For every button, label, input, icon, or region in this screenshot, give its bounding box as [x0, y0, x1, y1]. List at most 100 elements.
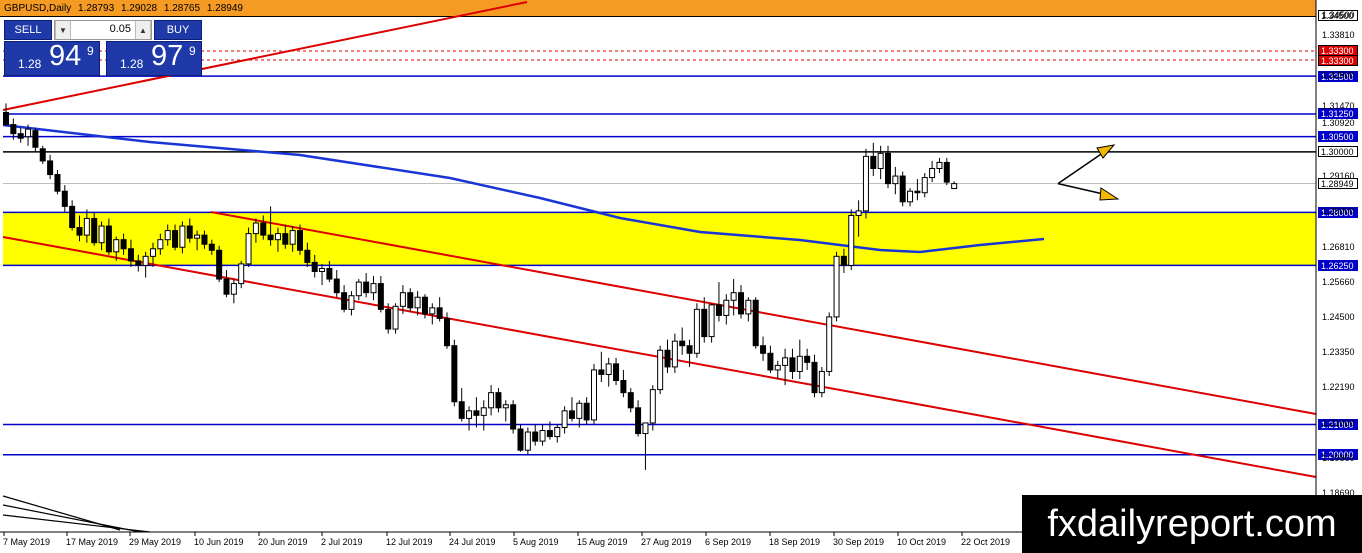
ohlc-low: 1.28765: [163, 3, 201, 14]
candle: [532, 424, 539, 446]
x-tick-label: 29 May 2019: [129, 537, 182, 547]
level-price-label: 1.30500: [1318, 131, 1358, 143]
candle: [708, 303, 715, 343]
candle-body: [76, 227, 83, 236]
candle-body: [201, 234, 208, 245]
candle: [554, 424, 561, 443]
candle: [517, 424, 524, 452]
candle: [488, 385, 495, 416]
candle-body: [194, 234, 201, 239]
candle-body: [752, 299, 759, 347]
candle-body: [385, 308, 392, 330]
candle-body: [561, 410, 568, 428]
candle-body: [10, 124, 17, 135]
candle: [613, 357, 620, 386]
candle-body: [61, 190, 68, 207]
candle-body: [370, 283, 377, 294]
candle: [649, 385, 656, 431]
candle: [679, 327, 686, 355]
x-tick-label: 15 Aug 2019: [577, 537, 628, 547]
candle-body: [289, 230, 296, 245]
candle: [877, 145, 884, 180]
candle-body: [480, 407, 487, 416]
candle-body: [855, 210, 862, 216]
price-chart[interactable]: [0, 0, 1362, 553]
level-price-label: 1.33300: [1318, 54, 1358, 66]
candle-body: [840, 255, 847, 266]
x-tick-label: 7 May 2019: [3, 537, 51, 547]
candle-body: [495, 392, 502, 409]
level-price-label: 1.26250: [1318, 259, 1358, 271]
y-tick-label: 1.28000: [1322, 206, 1355, 217]
candle-body: [546, 430, 553, 438]
candle-body: [341, 292, 348, 310]
candle-body: [613, 363, 620, 382]
y-tick-label: 1.33810: [1322, 30, 1355, 41]
y-tick-label: 1.21000: [1322, 418, 1355, 429]
chevron-up-icon[interactable]: ▲: [135, 21, 151, 39]
candle-body: [98, 225, 105, 244]
x-tick-label: 24 Jul 2019: [449, 537, 496, 547]
candle-body: [568, 410, 575, 419]
x-tick-label: 10 Oct 2019: [897, 537, 947, 547]
candle-body: [686, 345, 693, 354]
candle-body: [444, 317, 450, 347]
candle: [407, 288, 414, 313]
candle: [811, 354, 818, 398]
candle: [598, 351, 605, 383]
lot-size-value[interactable]: 0.05: [71, 23, 135, 35]
buy-price[interactable]: 1.28 97 9: [106, 40, 202, 76]
candle-body: [554, 426, 561, 438]
candle-body: [899, 175, 906, 203]
candle: [701, 297, 708, 343]
candle: [561, 406, 568, 434]
candle-body: [877, 152, 884, 169]
candle: [642, 422, 649, 470]
candle: [473, 397, 480, 428]
candle: [355, 279, 362, 301]
y-tick-label: 1.22190: [1322, 382, 1355, 393]
candle-body: [730, 292, 737, 301]
candle: [745, 297, 752, 322]
candle: [833, 251, 840, 322]
candle-body: [245, 233, 252, 265]
buy-price-sup: 9: [189, 44, 196, 58]
sell-price[interactable]: 1.28 94 9: [4, 40, 100, 76]
candle: [69, 200, 76, 231]
y-tick-label: 1.25660: [1322, 277, 1355, 288]
candle: [39, 145, 46, 164]
sell-button[interactable]: SELL: [4, 20, 52, 40]
candle: [826, 312, 833, 376]
candle-body: [627, 392, 634, 409]
candle-body: [252, 222, 259, 235]
candle-body: [804, 355, 811, 363]
candle-body: [789, 357, 796, 372]
lot-size-field[interactable]: ▼ 0.05 ▲: [54, 20, 152, 40]
sell-price-sup: 9: [87, 44, 94, 58]
ohlc-high: 1.29028: [120, 3, 158, 14]
candle-body: [591, 369, 597, 421]
candle-body: [862, 155, 869, 212]
candle-body: [605, 363, 612, 375]
candle-body: [510, 404, 517, 430]
candle-body: [429, 307, 436, 315]
candle: [568, 397, 575, 422]
x-tick-label: 12 Jul 2019: [386, 537, 433, 547]
candle-body: [164, 230, 171, 241]
candle-body: [47, 160, 54, 176]
candle-body: [363, 281, 370, 294]
candle-body: [921, 177, 928, 194]
candle: [363, 273, 370, 298]
candle-body: [179, 225, 186, 248]
candle-body: [870, 155, 877, 169]
candle: [458, 388, 465, 422]
candle-body: [885, 152, 891, 185]
ohlc-close: 1.28949: [206, 3, 243, 14]
candle-body: [671, 340, 678, 368]
candle: [392, 303, 399, 334]
candle-body: [664, 349, 671, 368]
candle-body: [297, 230, 303, 251]
buy-button[interactable]: BUY: [154, 20, 202, 40]
ohlc-open: 1.28793: [78, 3, 115, 14]
chevron-down-icon[interactable]: ▼: [55, 21, 71, 39]
